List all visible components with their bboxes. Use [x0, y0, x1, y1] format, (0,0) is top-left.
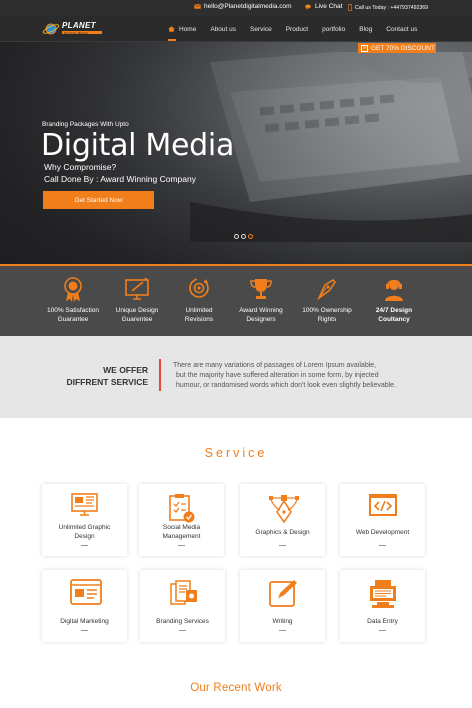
card-divider [178, 545, 185, 546]
hero-question: Why Compromise? [44, 162, 117, 172]
service-card-label: Social Media Management [162, 524, 201, 540]
discount-button[interactable]: » GET 70% DISCOUNT [358, 43, 436, 53]
logo-tagline: DIGITAL MEDIA [64, 30, 89, 35]
nav-item-about[interactable]: About us [210, 26, 236, 33]
hero-call: Call Done By : Award Winning Company [44, 174, 196, 184]
discount-label: GET 70% DISCOUNT [371, 44, 435, 52]
home-icon [168, 26, 175, 32]
offer-line: humour, or randomised words which don't … [176, 382, 397, 389]
nav-label-home: Home [179, 25, 197, 33]
service-card-digital-marketing[interactable]: Digital Marketing [42, 570, 127, 642]
marketing-window-icon [70, 579, 102, 605]
feature-label: 24/7 Design Coultancy [375, 307, 413, 323]
service-card-label: Web Development [355, 529, 410, 536]
pen-nib-icon [316, 278, 337, 301]
feature-label: 100% Satisfaction Guarantee [46, 307, 100, 323]
clipboard-check-icon [169, 494, 195, 523]
offer-line: There are many variations of passages of… [173, 362, 377, 369]
card-divider [379, 630, 386, 631]
service-card-label: Data Entry [367, 618, 398, 625]
features-strip: 100% Satisfaction Guarantee Unique Desig… [0, 266, 472, 336]
service-heading: Service [204, 446, 268, 460]
design-monitor-icon [125, 277, 149, 300]
vector-pen-icon [269, 495, 299, 524]
phone-info[interactable]: Call us Today : +447937492369 [348, 4, 428, 11]
service-card-writing[interactable]: Writing [240, 570, 325, 642]
recent-work-heading: Our Recent Work [190, 682, 282, 694]
offer-description: There are many variations of passages of… [173, 361, 433, 391]
live-chat-text: Live Chat [315, 3, 343, 10]
service-card-social-media[interactable]: Social Media Management [139, 484, 224, 556]
feature-label: Unique Design Guarentee [115, 307, 159, 323]
hero-subtitle: Branding Packages With Upto [42, 121, 129, 128]
nav-item-home[interactable]: Home [168, 25, 197, 41]
nav-item-portfolio[interactable]: portfolio [322, 26, 345, 33]
feature-unique-design: Unique Design Guarentee [105, 276, 169, 324]
feature-label: Award Winning Designers [239, 307, 283, 323]
main-navbar: PLANET DIGITAL MEDIA Home About us Servi… [0, 16, 472, 42]
logo-name: PLANET [62, 21, 96, 30]
envelope-icon [194, 4, 201, 9]
feature-consultancy: 24/7 Design Coultancy [362, 276, 426, 324]
revisions-icon [189, 278, 209, 298]
phone-text: Call us Today : +447937492369 [355, 4, 429, 11]
graphic-design-icon [71, 493, 98, 516]
medal-icon [64, 277, 82, 302]
service-card-graphic-design[interactable]: Unlimited Graphic Design [42, 484, 127, 556]
service-card-graphics-design[interactable]: Graphics & Design [240, 484, 325, 556]
slider-dot-3[interactable] [248, 234, 253, 239]
email-text: hello@Planetdigitalmedia.com [204, 3, 292, 10]
service-card-label: Branding Services [156, 618, 209, 625]
edit-pencil-icon [269, 580, 297, 607]
offer-title: WE OFFER DIFFRENT SERVICE [66, 365, 148, 387]
feature-ownership: 100% Ownership Rights [295, 276, 359, 324]
hero-banner: Branding Packages With Upto Digital Medi… [0, 42, 472, 264]
mobile-phone-icon [348, 4, 352, 11]
service-card-label: Unlimited Graphic Design [58, 524, 111, 540]
card-divider [179, 630, 186, 631]
card-divider [279, 545, 286, 546]
nav-item-product[interactable]: Product [286, 26, 308, 33]
service-card-label: Digital Marketing [60, 618, 109, 625]
support-agent-icon [385, 279, 403, 301]
data-entry-icon [370, 580, 396, 608]
offer-section: WE OFFER DIFFRENT SERVICE There are many… [0, 336, 472, 418]
code-window-icon [369, 494, 397, 516]
feature-award: Award Winning Designers [229, 276, 293, 324]
nav-menu: Home About us Service Product portfolio … [168, 16, 431, 42]
trophy-icon [250, 279, 272, 299]
feature-revisions: Unlimited Revisions [167, 276, 231, 324]
card-divider [279, 630, 286, 631]
feature-label: Unlimited Revisions [184, 307, 214, 323]
card-divider [81, 545, 88, 546]
card-divider [379, 545, 386, 546]
active-indicator [168, 39, 176, 41]
nav-item-service[interactable]: Service [250, 26, 272, 33]
planet-logo-icon [42, 23, 60, 35]
live-chat-link[interactable]: Live Chat [305, 3, 342, 10]
double-chevron-icon: » [361, 44, 368, 52]
hero-title: Digital Media [41, 128, 235, 163]
chat-icon [305, 4, 311, 10]
slider-dot-1[interactable] [234, 234, 239, 239]
top-bar: hello@Planetdigitalmedia.com Live Chat C… [0, 0, 472, 16]
service-card-data-entry[interactable]: Data Entry [340, 570, 425, 642]
feature-label: 100% Ownership Rights [302, 307, 352, 323]
feature-satisfaction: 100% Satisfaction Guarantee [41, 276, 105, 324]
service-card-web-development[interactable]: Web Development [340, 484, 425, 556]
card-divider [81, 630, 88, 631]
service-card-label: Writing [272, 618, 293, 625]
slider-dot-2[interactable] [241, 234, 246, 239]
slider-dots [234, 234, 253, 239]
service-card-label: Graphics & Design [255, 529, 310, 536]
branding-docs-icon [170, 580, 197, 605]
get-started-button[interactable]: Get Started Now [43, 191, 154, 209]
logo[interactable]: PLANET DIGITAL MEDIA [42, 20, 104, 38]
offer-line: but the majority have suffered alteratio… [176, 372, 379, 379]
nav-item-blog[interactable]: Blog [359, 26, 372, 33]
email-link[interactable]: hello@Planetdigitalmedia.com [194, 3, 292, 10]
service-card-branding[interactable]: Branding Services [140, 570, 225, 642]
nav-item-contact[interactable]: Contact us [386, 26, 417, 33]
offer-divider [159, 359, 161, 391]
